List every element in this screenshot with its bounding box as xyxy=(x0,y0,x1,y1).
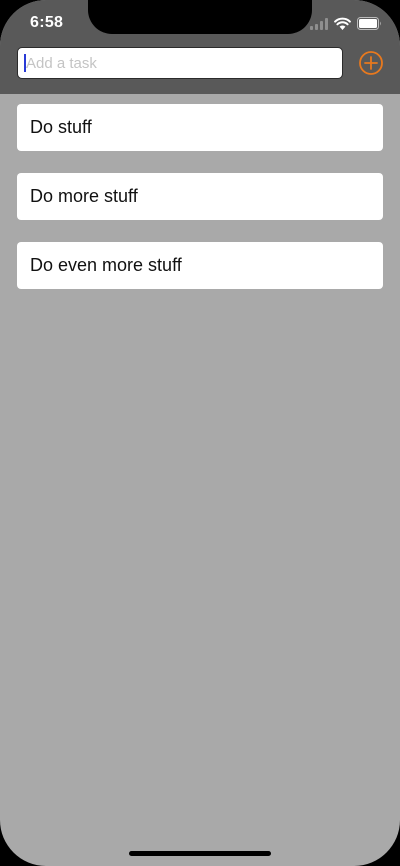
task-label: Do more stuff xyxy=(30,186,138,206)
task-item[interactable]: Do more stuff xyxy=(17,173,383,220)
app-header: 6:58 xyxy=(0,0,400,94)
task-label: Do even more stuff xyxy=(30,255,182,275)
text-cursor xyxy=(24,54,26,72)
plus-circle-icon xyxy=(359,51,383,75)
app-screen: 6:58 Add a task Do stuff Do more stuff D… xyxy=(0,0,400,866)
task-list: Do stuff Do more stuff Do even more stuf… xyxy=(17,104,383,311)
cellular-signal-icon xyxy=(310,18,328,30)
status-icons xyxy=(310,16,382,30)
device-notch xyxy=(88,0,312,34)
wifi-icon xyxy=(334,17,351,30)
task-input[interactable] xyxy=(17,47,343,79)
home-indicator[interactable] xyxy=(129,851,271,856)
battery-icon xyxy=(357,17,382,30)
task-item[interactable]: Do stuff xyxy=(17,104,383,151)
add-task-button[interactable] xyxy=(358,50,384,76)
task-label: Do stuff xyxy=(30,117,92,137)
status-time: 6:58 xyxy=(30,14,64,31)
task-item[interactable]: Do even more stuff xyxy=(17,242,383,289)
